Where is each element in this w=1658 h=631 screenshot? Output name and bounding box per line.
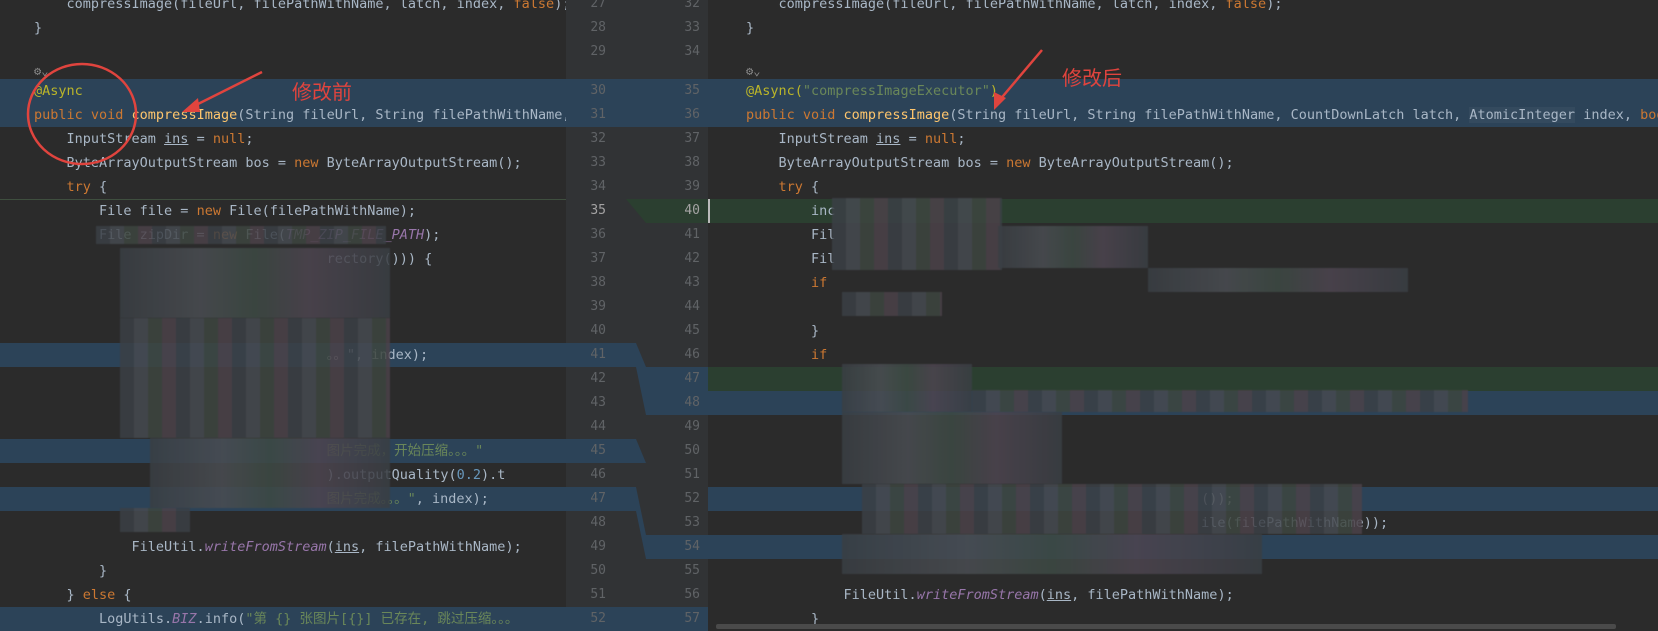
diff-gutter: 27 32 28 33 29 34 30 35 31 36 32 37 33 38 34 39 35 40 36 41… xyxy=(566,0,708,631)
right-line-number: 52 xyxy=(684,491,700,506)
left-line-number: 29 xyxy=(590,44,606,59)
right-line-number: 36 xyxy=(684,107,700,122)
left-line-number: 51 xyxy=(590,587,606,602)
left-line-number: 42 xyxy=(590,371,606,386)
annotation-before: 修改前 xyxy=(292,80,352,104)
arrow-icon xyxy=(189,70,263,110)
left-line-number: 32 xyxy=(590,131,606,146)
right-line-number: 40 xyxy=(684,203,700,218)
right-line-number: 53 xyxy=(684,515,700,530)
annotation-overlay xyxy=(26,62,263,166)
left-line-number: 47 xyxy=(590,491,606,506)
right-line-number: 38 xyxy=(684,155,700,170)
highlight-circle xyxy=(26,62,138,166)
left-line-number: 28 xyxy=(590,20,606,35)
left-line-number: 36 xyxy=(590,227,606,242)
left-line-number: 39 xyxy=(590,299,606,314)
left-line-number: 44 xyxy=(590,419,606,434)
right-line-number: 45 xyxy=(684,323,700,338)
right-line-number: 54 xyxy=(684,539,700,554)
left-line-number: 50 xyxy=(590,563,606,578)
right-line-number: 34 xyxy=(684,44,700,59)
right-line-number: 41 xyxy=(684,227,700,242)
right-line-number: 55 xyxy=(684,563,700,578)
left-line-number: 40 xyxy=(590,323,606,338)
left-line-number: 38 xyxy=(590,275,606,290)
left-line-number: 48 xyxy=(590,515,606,530)
left-line-number: 35 xyxy=(590,203,606,218)
right-line-number: 33 xyxy=(684,20,700,35)
left-line-number: 30 xyxy=(590,83,606,98)
left-line-number: 49 xyxy=(590,539,606,554)
right-line-number: 49 xyxy=(684,419,700,434)
left-line-number: 46 xyxy=(590,467,606,482)
annotation-after: 修改后 xyxy=(1062,66,1122,90)
right-line-number: 46 xyxy=(684,347,700,362)
right-line-number: 39 xyxy=(684,179,700,194)
left-line-number: 41 xyxy=(590,347,606,362)
horizontal-scrollbar[interactable] xyxy=(716,624,1616,629)
left-line-number: 31 xyxy=(590,107,606,122)
right-line-number: 47 xyxy=(684,371,700,386)
right-line-number: 50 xyxy=(684,443,700,458)
arrow-head xyxy=(182,98,200,112)
right-line-number: 51 xyxy=(684,467,700,482)
left-line-number: 33 xyxy=(590,155,606,170)
right-line-number: 42 xyxy=(684,251,700,266)
left-line-number: 27 xyxy=(590,0,606,11)
left-line-number: 45 xyxy=(590,443,606,458)
right-line-number: 56 xyxy=(684,587,700,602)
right-line-number: 37 xyxy=(684,131,700,146)
arrow-icon xyxy=(997,49,1043,103)
annotation-overlay xyxy=(994,49,1043,110)
right-line-number: 43 xyxy=(684,275,700,290)
right-editor-pane[interactable]: compressImage(fileUrl, filePathWithName,… xyxy=(708,0,1658,631)
left-line-number: 43 xyxy=(590,395,606,410)
left-line-number: 34 xyxy=(590,179,606,194)
right-line-number: 35 xyxy=(684,83,700,98)
right-line-number: 44 xyxy=(684,299,700,314)
left-editor-pane[interactable]: compressImage(fileUrl, filePathWithName,… xyxy=(0,0,566,631)
right-line-number: 32 xyxy=(684,0,700,11)
right-line-number: 48 xyxy=(684,395,700,410)
left-line-number: 52 xyxy=(590,611,606,626)
right-line-number: 57 xyxy=(684,611,700,626)
left-line-number: 37 xyxy=(590,251,606,266)
